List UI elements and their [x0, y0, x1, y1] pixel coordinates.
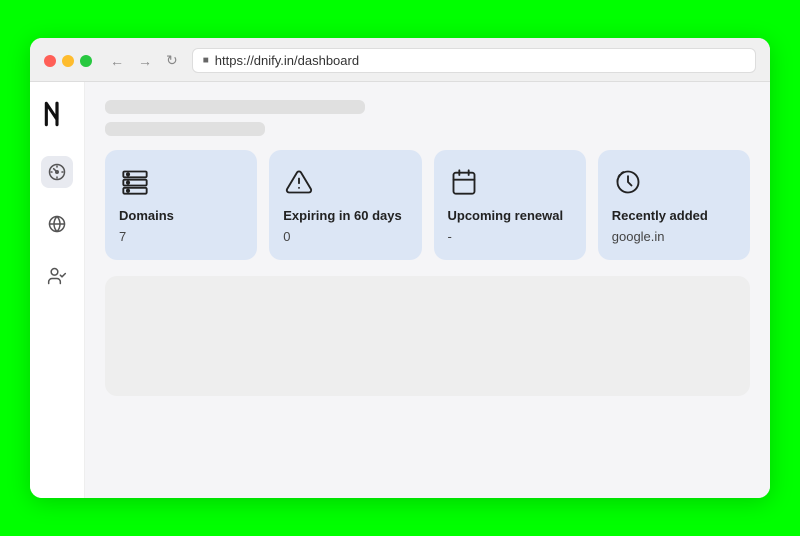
- back-button[interactable]: ←: [106, 51, 128, 71]
- refresh-button[interactable]: ↻: [162, 50, 182, 71]
- app-container: Domains 7 Expiring in 60 days 0: [30, 82, 770, 498]
- expiring-value: 0: [283, 229, 407, 244]
- upcoming-renewal-label: Upcoming renewal: [448, 208, 572, 223]
- sidebar-item-dashboard[interactable]: [41, 156, 73, 188]
- content-skeleton: [105, 276, 750, 396]
- domains-value: 7: [119, 229, 243, 244]
- forward-button[interactable]: →: [134, 51, 156, 71]
- stats-grid: Domains 7 Expiring in 60 days 0: [105, 150, 750, 260]
- stat-card-upcoming-renewal[interactable]: Upcoming renewal -: [434, 150, 586, 260]
- maximize-button[interactable]: [80, 55, 92, 67]
- header-skeleton: [105, 100, 750, 136]
- recently-added-value: google.in: [612, 229, 736, 244]
- stat-card-domains[interactable]: Domains 7: [105, 150, 257, 260]
- address-bar[interactable]: ■ https://dnify.in/dashboard: [192, 48, 756, 73]
- expiring-label: Expiring in 60 days: [283, 208, 407, 223]
- lock-icon: ■: [203, 55, 209, 66]
- nav-buttons: ← → ↻: [106, 50, 182, 71]
- domains-label: Domains: [119, 208, 243, 223]
- title-bar: ← → ↻ ■ https://dnify.in/dashboard: [30, 38, 770, 82]
- recently-added-icon: [612, 166, 644, 198]
- recently-added-label: Recently added: [612, 208, 736, 223]
- sidebar: [30, 82, 85, 498]
- upcoming-renewal-icon: [448, 166, 480, 198]
- minimize-button[interactable]: [62, 55, 74, 67]
- browser-window: ← → ↻ ■ https://dnify.in/dashboard: [30, 38, 770, 498]
- url-text: https://dnify.in/dashboard: [215, 53, 359, 68]
- main-content: Domains 7 Expiring in 60 days 0: [85, 82, 770, 498]
- expiring-icon: [283, 166, 315, 198]
- skeleton-title: [105, 100, 365, 114]
- stat-card-recently-added[interactable]: Recently added google.in: [598, 150, 750, 260]
- sidebar-item-users[interactable]: [41, 260, 73, 292]
- traffic-lights: [44, 55, 92, 67]
- domains-icon: [119, 166, 151, 198]
- close-button[interactable]: [44, 55, 56, 67]
- sidebar-logo: [39, 96, 75, 132]
- skeleton-subtitle: [105, 122, 265, 136]
- sidebar-item-domains[interactable]: [41, 208, 73, 240]
- stat-card-expiring[interactable]: Expiring in 60 days 0: [269, 150, 421, 260]
- upcoming-renewal-value: -: [448, 229, 572, 244]
